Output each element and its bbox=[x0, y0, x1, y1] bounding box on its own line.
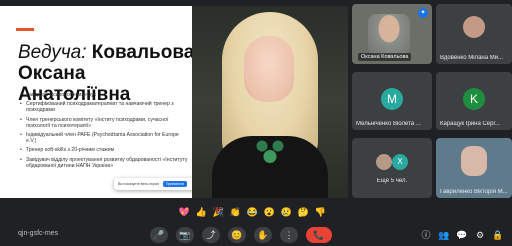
reaction-heart-icon[interactable]: 💖 bbox=[178, 206, 191, 218]
info-icon[interactable]: ⓘ bbox=[420, 229, 432, 241]
camera-icon[interactable]: 📷 bbox=[176, 227, 194, 243]
avatar: M bbox=[381, 88, 403, 110]
activities-icon[interactable]: ⚙ bbox=[474, 229, 486, 241]
speaker-necklace bbox=[250, 134, 290, 164]
host-controls-icon[interactable]: 🔒 bbox=[492, 229, 504, 241]
participant-video bbox=[461, 146, 487, 176]
participant-tile-host[interactable]: ✦ Оксана Ковальова bbox=[352, 4, 432, 64]
slide-bullet: Завідувач відділу проектування розвитку … bbox=[20, 157, 190, 169]
end-call-icon[interactable]: 📞 bbox=[306, 227, 332, 243]
slide-bullet: Член тренерського комітету «Інститу псих… bbox=[20, 117, 190, 129]
slide-bullets: Кандидат психологічних наук Сертифікован… bbox=[20, 92, 190, 172]
slide-bullet: Індивідуальний член PAFE (Psychodrama As… bbox=[20, 132, 190, 144]
participant-tile[interactable]: M Мельніченко Віолета ... bbox=[352, 72, 432, 130]
pin-icon[interactable]: ✦ bbox=[418, 8, 428, 18]
reaction-party-icon[interactable]: 🎉 bbox=[212, 206, 225, 218]
presentation-slide: Ведуча: Ковальова Оксана Анатоліївна Кан… bbox=[0, 6, 192, 198]
chat-icon[interactable]: 💬 bbox=[456, 229, 468, 241]
more-participants-tile[interactable]: X Ещё 5 чел. bbox=[352, 138, 432, 198]
host-video bbox=[368, 14, 410, 56]
meet-window: Ведуча: Ковальова Оксана Анатоліївна Кан… bbox=[0, 0, 512, 246]
meeting-code: qjn-gsfc-mes bbox=[18, 230, 59, 237]
reaction-laugh-icon[interactable]: 😂 bbox=[246, 206, 259, 218]
avatar bbox=[376, 154, 392, 170]
participant-tile[interactable]: Вдовенко Мілана Ми... bbox=[436, 4, 512, 64]
stop-sharing-button[interactable]: Припинити bbox=[162, 181, 188, 187]
screen-share-popup-text: Ви показуєте весь екран bbox=[118, 182, 159, 186]
slide-title-name: Ковальова bbox=[91, 42, 192, 63]
participant-tile[interactable]: K Каращук Ірина Серг... bbox=[436, 72, 512, 130]
reaction-surprise-icon[interactable]: 😮 bbox=[263, 206, 276, 218]
microphone-icon[interactable]: 🎤 bbox=[150, 227, 168, 243]
people-icon[interactable]: 👥 bbox=[438, 229, 450, 241]
slide-bullet: Кандидат психологічних наук bbox=[20, 92, 190, 98]
participant-tile[interactable]: Гавриленко Вікторія М... bbox=[436, 138, 512, 198]
reaction-sad-icon[interactable]: 😢 bbox=[280, 206, 293, 218]
emoji-icon[interactable]: 😊 bbox=[228, 227, 246, 243]
participant-name: Гавриленко Вікторія М... bbox=[440, 189, 508, 195]
participant-name: Мельніченко Віолета ... bbox=[356, 121, 421, 127]
more-participants-label: Ещё 5 чел. bbox=[376, 178, 408, 184]
reaction-clap-icon[interactable]: 👏 bbox=[229, 206, 242, 218]
speaker-face bbox=[244, 36, 294, 102]
raise-hand-icon[interactable]: ✋ bbox=[254, 227, 272, 243]
avatar: K bbox=[463, 88, 485, 110]
slide-accent-bar bbox=[16, 28, 34, 31]
slide-bullet: Тренер soft-skills з 20-річним стажем bbox=[20, 147, 190, 153]
more-options-icon[interactable]: ⋮ bbox=[280, 227, 298, 243]
present-icon[interactable]: ⤴ bbox=[202, 227, 220, 243]
participant-name: Вдовенко Мілана Ми... bbox=[440, 55, 504, 61]
reaction-thumbs-up-icon[interactable]: 👍 bbox=[195, 206, 208, 218]
reactions-bar: 💖 👍 🎉 👏 😂 😮 😢 🤔 👎 bbox=[178, 204, 327, 220]
bottom-control-bar: qjn-gsfc-mes 🎤 📷 ⤴ 😊 ✋ ⋮ 📞 ⓘ 👥 💬 ⚙ 🔒 bbox=[0, 224, 512, 246]
slide-bullet: Сертифікований психодраматерапевт та нав… bbox=[20, 101, 190, 113]
speaker-video bbox=[192, 6, 348, 198]
reaction-thinking-icon[interactable]: 🤔 bbox=[297, 206, 310, 218]
participant-name: Каращук Ірина Серг... bbox=[440, 121, 500, 127]
participant-name: Оксана Ковальова bbox=[358, 53, 412, 61]
reaction-thumbs-down-icon[interactable]: 👎 bbox=[314, 206, 327, 218]
avatar bbox=[463, 16, 485, 38]
slide-title-role: Ведуча: bbox=[18, 42, 87, 63]
avatar: X bbox=[392, 154, 408, 170]
